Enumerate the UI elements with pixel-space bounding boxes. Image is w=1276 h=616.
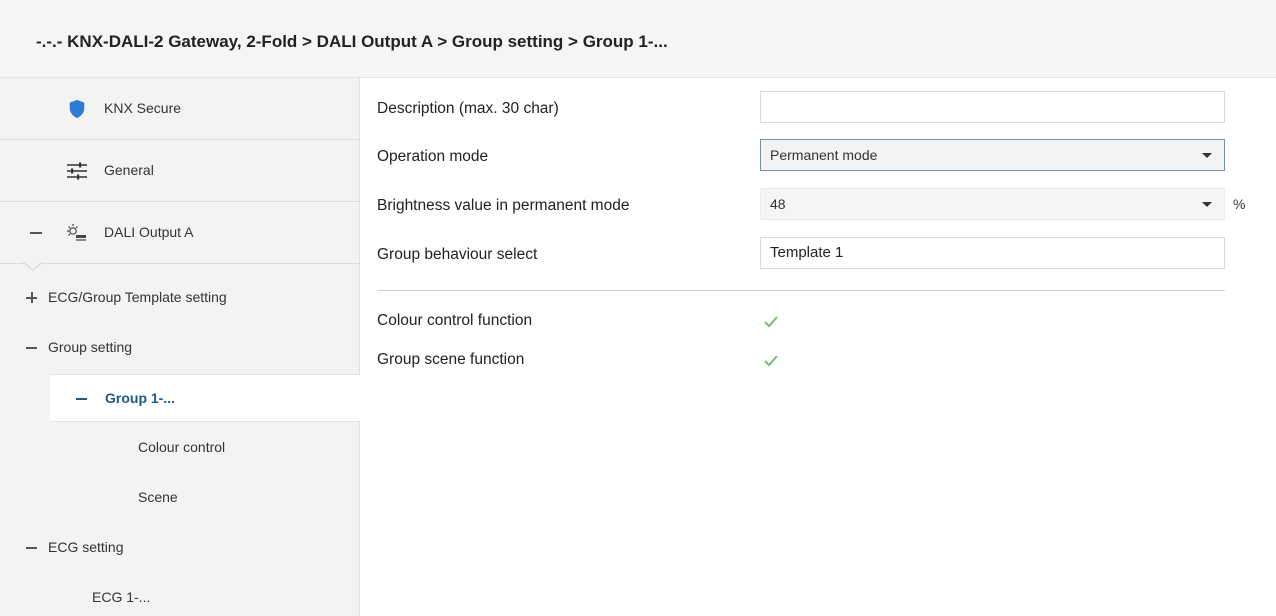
chevron-down-icon — [1202, 202, 1212, 207]
expand-icon[interactable] — [26, 292, 37, 303]
tree-item-label: ECG/Group Template setting — [48, 289, 227, 305]
brightness-select[interactable]: 48 — [760, 188, 1225, 220]
row-brightness: Brightness value in permanent mode 48 % — [360, 185, 1276, 225]
tree-item-group-setting[interactable]: Group setting — [0, 324, 360, 372]
tree-item-label: Scene — [138, 489, 178, 505]
sidebar-item-label: DALI Output A — [104, 224, 194, 240]
tree-item-ecg-setting[interactable]: ECG setting — [0, 524, 360, 572]
row-group-scene: Group scene function — [360, 349, 1276, 389]
collapse-icon[interactable] — [26, 347, 37, 349]
parameter-panel: Description (max. 30 char) Operation mod… — [360, 78, 1276, 616]
colour-control-checkbox[interactable] — [760, 311, 782, 333]
group-behaviour-label: Group behaviour select — [377, 246, 538, 263]
row-operation-mode: Operation mode Permanent mode — [360, 136, 1276, 176]
check-icon — [764, 355, 778, 367]
title-bar: -.-.- KNX-DALI-2 Gateway, 2-Fold > DALI … — [0, 0, 1276, 78]
group-scene-checkbox[interactable] — [760, 350, 782, 372]
collapse-icon[interactable] — [30, 232, 42, 234]
group-scene-label: Group scene function — [377, 351, 525, 368]
brightness-unit: % — [1233, 196, 1246, 212]
row-description: Description (max. 30 char) — [360, 88, 1276, 128]
operation-mode-label: Operation mode — [377, 148, 489, 165]
operation-mode-select[interactable]: Permanent mode — [760, 139, 1225, 171]
sidebar: KNX Secure General DALI Output A ECG/Gro… — [0, 78, 360, 616]
brightness-label: Brightness value in permanent mode — [377, 197, 630, 214]
sidebar-item-dali-output-a[interactable]: DALI Output A — [0, 202, 360, 264]
tree-item-label: ECG setting — [48, 539, 124, 555]
tree-item-label: Group setting — [48, 339, 133, 355]
tree-item-label: Group 1-... — [105, 390, 175, 406]
brightness-value: 48 — [770, 196, 786, 212]
sidebar-item-label: KNX Secure — [104, 100, 182, 116]
description-input[interactable] — [760, 91, 1225, 123]
sidebar-item-label: General — [104, 162, 154, 178]
sidebar-item-knx-secure[interactable]: KNX Secure — [0, 78, 360, 140]
section-divider — [377, 290, 1225, 291]
description-label: Description (max. 30 char) — [377, 100, 559, 117]
sidebar-item-general[interactable]: General — [0, 140, 360, 202]
collapse-icon[interactable] — [76, 398, 87, 400]
row-group-behaviour: Group behaviour select Template 1 — [360, 234, 1276, 274]
operation-mode-value: Permanent mode — [770, 147, 878, 163]
sliders-icon — [67, 162, 87, 180]
tree-item-ecg-1[interactable]: ECG 1-... — [0, 574, 360, 616]
tree-item-group-1[interactable]: Group 1-... — [50, 374, 360, 422]
colour-control-label: Colour control function — [377, 312, 533, 329]
check-icon — [764, 316, 778, 328]
row-colour-control: Colour control function — [360, 310, 1276, 350]
tree-item-label: Colour control — [138, 439, 226, 455]
app-window: -.-.- KNX-DALI-2 Gateway, 2-Fold > DALI … — [0, 0, 1276, 616]
expand-pointer — [22, 261, 44, 271]
dali-lamp-icon — [67, 224, 86, 241]
tree-item-ecg-group-template-setting[interactable]: ECG/Group Template setting — [0, 274, 360, 322]
shield-icon — [69, 99, 85, 119]
tree-item-scene[interactable]: Scene — [0, 474, 360, 522]
breadcrumb-title: -.-.- KNX-DALI-2 Gateway, 2-Fold > DALI … — [36, 32, 668, 51]
group-behaviour-input[interactable]: Template 1 — [760, 237, 1225, 269]
chevron-down-icon — [1202, 153, 1212, 158]
tree-item-colour-control[interactable]: Colour control — [0, 424, 360, 472]
tree-item-label: ECG 1-... — [92, 589, 151, 605]
collapse-icon[interactable] — [26, 547, 37, 549]
